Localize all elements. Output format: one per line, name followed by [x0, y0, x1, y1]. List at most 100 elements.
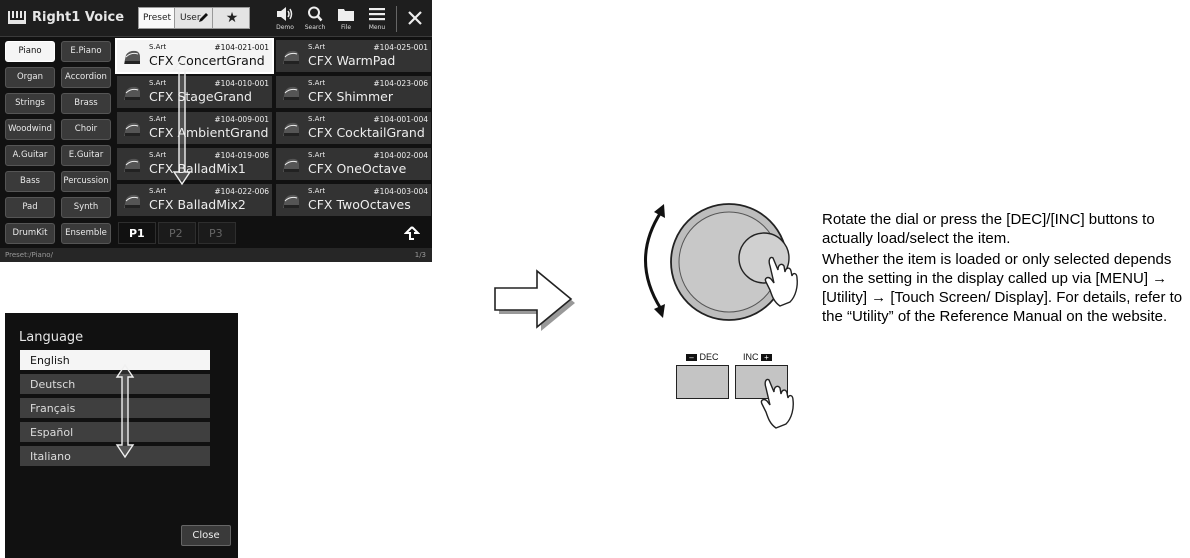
dec-label-group: – DEC [686, 352, 719, 362]
close-button[interactable]: Close [181, 525, 231, 546]
voice-tag: S.Art [149, 79, 167, 87]
voice-tag: S.Art [308, 79, 326, 87]
voice-selection-screen: Right1 Voice Preset User ★ Demo Search F… [0, 0, 432, 262]
voice-item[interactable]: S.Art #104-019-006 CFX BalladMix1 [117, 148, 272, 180]
pointing-hand-icon [760, 378, 794, 429]
page-tabs: P1 P2 P3 [114, 222, 432, 246]
category-button[interactable]: Strings [5, 93, 55, 114]
voice-number: #104-009-001 [214, 115, 269, 124]
voice-name: CFX WarmPad [308, 53, 396, 68]
grand-piano-icon [123, 157, 141, 173]
voice-tag: S.Art [308, 43, 326, 51]
search-icon [308, 6, 323, 22]
voice-name: CFX BalladMix1 [149, 161, 246, 176]
voice-name: CFX OneOctave [308, 161, 407, 176]
language-title: Language [19, 330, 84, 345]
search-label: Search [304, 24, 326, 31]
voice-screen-header: Right1 Voice Preset User ★ Demo Search F… [0, 0, 432, 37]
folder-path: Preset:/Piano/ [5, 251, 53, 259]
voice-number: #104-023-006 [373, 79, 428, 88]
voice-item[interactable]: S.Art #104-021-001 CFX ConcertGrand [115, 38, 274, 74]
category-button[interactable]: Brass [61, 93, 111, 114]
instruction-paragraph: Whether the item is loaded or only selec… [822, 251, 1183, 325]
grand-piano-icon [123, 121, 141, 137]
voice-item[interactable]: S.Art #104-025-001 CFX WarmPad [276, 40, 431, 72]
keyboard-icon [8, 11, 26, 24]
page-tab[interactable]: P1 [118, 222, 156, 244]
voice-item[interactable]: S.Art #104-022-006 CFX BalladMix2 [117, 184, 272, 216]
category-button[interactable]: Piano [5, 41, 55, 62]
voice-item[interactable]: S.Art #104-010-001 CFX StageGrand [117, 76, 272, 108]
data-dial[interactable] [634, 200, 814, 360]
grand-piano-icon [282, 49, 300, 65]
dec-label: DEC [699, 352, 719, 362]
voice-item[interactable]: S.Art #104-023-006 CFX Shimmer [276, 76, 431, 108]
voice-tag: S.Art [308, 151, 326, 159]
voice-part-title: Right1 Voice [32, 10, 125, 25]
category-button[interactable]: Accordion [61, 67, 111, 88]
menu-label: Menu [368, 24, 386, 31]
voice-name: CFX Shimmer [308, 89, 393, 104]
menu-button[interactable]: Menu [362, 5, 392, 33]
scroll-range-arrow [172, 56, 192, 186]
voice-tag: S.Art [149, 151, 167, 159]
voice-item[interactable]: S.Art #104-001-004 CFX CocktailGrand [276, 112, 431, 144]
voice-tag: S.Art [149, 115, 167, 123]
voice-tag: S.Art [149, 187, 167, 195]
category-button[interactable]: Synth [61, 197, 111, 218]
grand-piano-icon [123, 85, 141, 101]
rotation-arrow-icon [644, 211, 663, 310]
voice-number: #104-003-004 [373, 187, 428, 196]
voice-name: CFX CocktailGrand [308, 125, 425, 140]
category-button[interactable]: E.Guitar [61, 145, 111, 166]
category-button[interactable]: Bass [5, 171, 55, 192]
voice-bank-tabs: Preset User ★ [138, 7, 250, 29]
voice-number: #104-019-006 [214, 151, 269, 160]
voice-name: CFX BalladMix2 [149, 197, 246, 212]
voice-tag: S.Art [308, 187, 326, 195]
demo-label: Demo [276, 24, 294, 31]
voice-item[interactable]: S.Art #104-009-001 CFX AmbientGrand [117, 112, 272, 144]
dec-button[interactable] [676, 365, 729, 399]
voice-name: CFX StageGrand [149, 89, 252, 104]
language-screen: Language English Deutsch Français Español It… [5, 313, 238, 558]
category-button[interactable]: DrumKit [5, 223, 55, 244]
page-tab[interactable]: P3 [198, 222, 236, 244]
category-button[interactable]: A.Guitar [5, 145, 55, 166]
folder-icon [338, 9, 354, 21]
category-button[interactable]: Organ [5, 67, 55, 88]
inc-label-group: INC + [743, 352, 773, 362]
file-button[interactable]: File [331, 5, 361, 33]
category-button[interactable]: Ensemble [61, 223, 111, 244]
hamburger-menu-icon [369, 8, 385, 21]
right-arrow-icon [494, 269, 575, 331]
category-button[interactable]: Choir [61, 119, 111, 140]
pencil-icon [199, 13, 208, 22]
voice-number: #104-022-006 [214, 187, 269, 196]
page-tab[interactable]: P2 [158, 222, 196, 244]
page-counter: 1/3 [414, 251, 426, 259]
category-buttons: Piano E.Piano Organ Accordion Strings Brass Wo… [0, 37, 114, 247]
tab-preset[interactable]: Preset [139, 8, 175, 28]
instructions-text: Rotate the dial or press the [DEC]/[INC]… [822, 210, 1184, 328]
voice-item[interactable]: S.Art #104-003-004 CFX TwoOctaves [276, 184, 431, 216]
search-button[interactable]: Search [300, 5, 330, 33]
voice-name: CFX TwoOctaves [308, 197, 411, 212]
voice-item[interactable]: S.Art #104-002-004 CFX OneOctave [276, 148, 431, 180]
category-button[interactable]: E.Piano [61, 41, 111, 62]
voice-number: #104-025-001 [373, 43, 428, 52]
inc-label: INC [743, 352, 759, 362]
tab-user[interactable]: User [176, 8, 213, 28]
category-button[interactable]: Percussion [61, 171, 111, 192]
category-button[interactable]: Woodwind [5, 119, 55, 140]
header-divider [396, 6, 397, 32]
tab-favorite[interactable]: ★ [214, 8, 250, 28]
up-folder-icon[interactable] [404, 225, 420, 241]
close-icon[interactable] [402, 5, 428, 31]
demo-button[interactable]: Demo [270, 5, 300, 33]
instruction-paragraph: Rotate the dial or press the [DEC]/[INC]… [822, 211, 1155, 247]
category-button[interactable]: Pad [5, 197, 55, 218]
plus-icon: + [761, 354, 773, 362]
grand-piano-icon [282, 157, 300, 173]
voice-name: CFX AmbientGrand [149, 125, 269, 140]
